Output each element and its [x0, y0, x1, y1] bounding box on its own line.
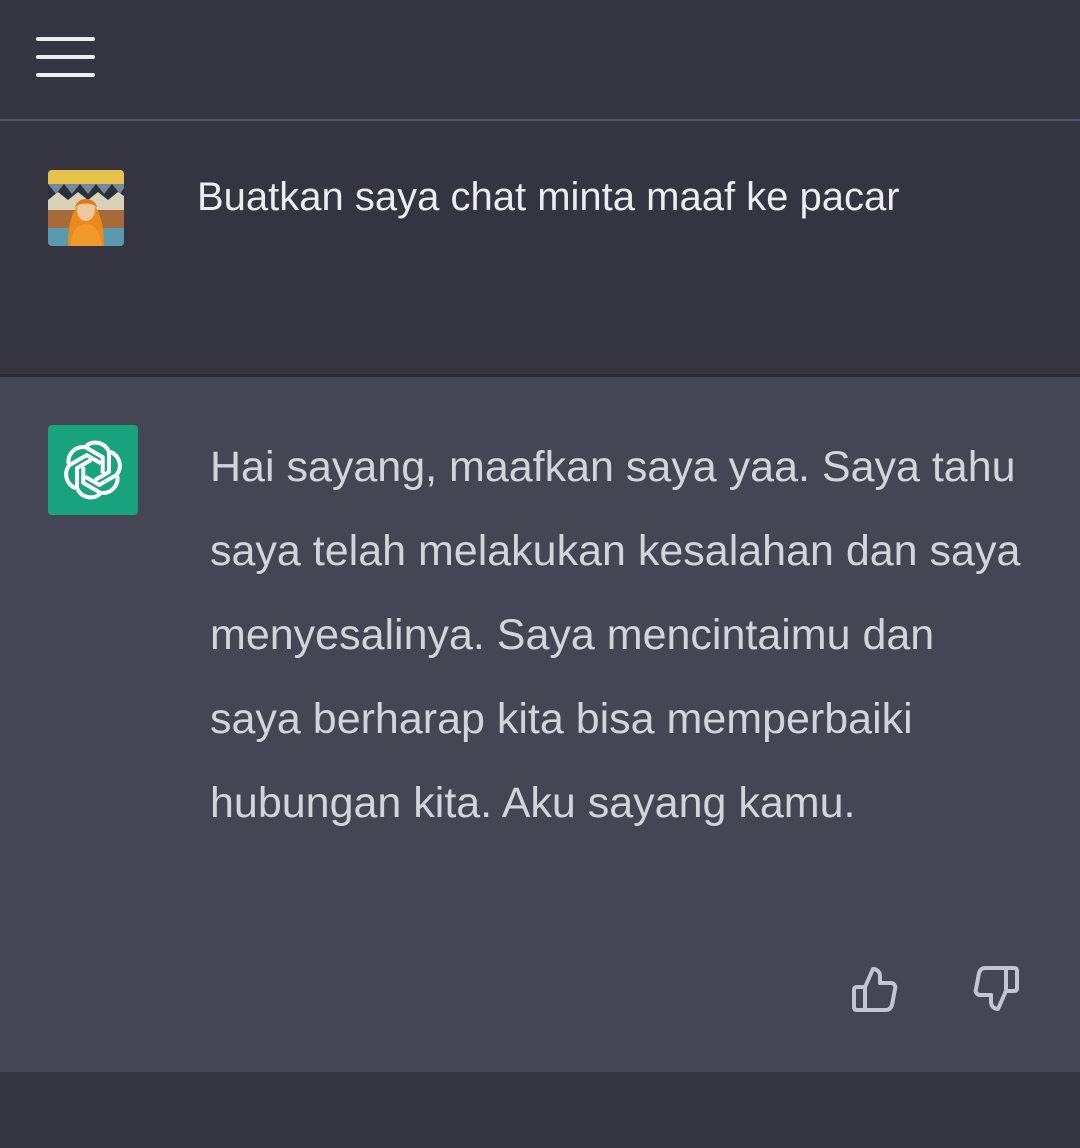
user-message-text: Buatkan saya chat minta maaf ke pacar [197, 175, 900, 219]
assistant-message-text: Hai sayang, maafkan saya yaa. Saya tahu … [210, 443, 1021, 827]
top-bar [0, 0, 1080, 121]
user-avatar [48, 170, 124, 246]
bottom-area [0, 1072, 1080, 1148]
user-message: Buatkan saya chat minta maaf ke pacar [0, 121, 1080, 433]
hamburger-menu-icon[interactable] [36, 37, 96, 81]
menu-line [36, 55, 95, 59]
menu-line [36, 73, 95, 77]
thumbs-up-icon[interactable] [851, 965, 901, 1015]
chat-app: Buatkan saya chat minta maaf ke pacar Ha… [0, 0, 1080, 1148]
openai-logo-icon [64, 440, 122, 500]
menu-line [36, 37, 95, 41]
assistant-avatar [48, 425, 138, 515]
thumbs-down-icon[interactable] [970, 963, 1020, 1013]
assistant-message: Hai sayang, maafkan saya yaa. Saya tahu … [0, 377, 1080, 1072]
user-avatar-photo [48, 170, 124, 246]
